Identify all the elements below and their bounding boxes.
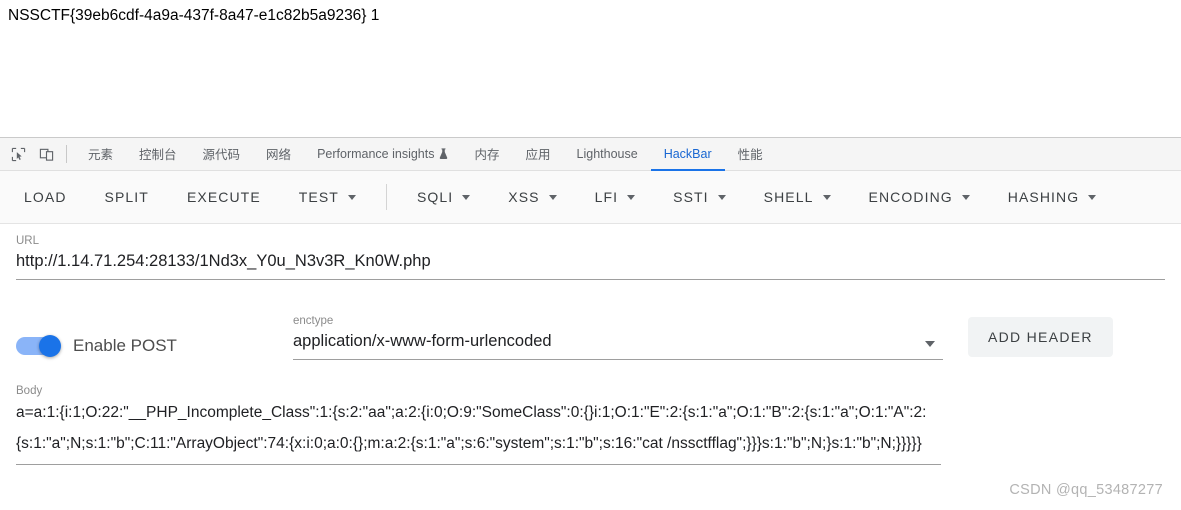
button-label: SHELL — [763, 189, 814, 205]
button-label: LOAD — [24, 189, 67, 205]
encoding-menu-button[interactable]: ENCODING — [859, 182, 980, 212]
toggle-knob — [39, 335, 61, 357]
tab-label: 性能 — [737, 148, 763, 162]
chevron-down-icon — [717, 194, 726, 200]
devtools-tabs: 元素 控制台 源代码 网络 Performance insights 内存 应用… — [75, 138, 776, 171]
chevron-down-icon — [548, 194, 557, 200]
tab-hackbar[interactable]: HackBar — [650, 138, 725, 171]
body-textarea[interactable]: a=a:1:{i:1;O:22:"__PHP_Incomplete_Class"… — [16, 398, 941, 459]
url-label: URL — [16, 235, 40, 247]
button-label: SQLI — [416, 189, 454, 205]
add-header-button[interactable]: ADD HEADER — [968, 317, 1113, 357]
csdn-watermark: CSDN @qq_53487277 — [1009, 482, 1163, 498]
sqli-menu-button[interactable]: SQLI — [407, 182, 480, 212]
tab-label: Performance insights — [317, 146, 435, 161]
button-label: ENCODING — [868, 189, 953, 205]
enable-post-toggle[interactable] — [16, 335, 61, 357]
hashing-menu-button[interactable]: HASHING — [998, 182, 1107, 212]
tab-elements[interactable]: 元素 — [75, 138, 126, 171]
chevron-down-icon — [961, 194, 970, 200]
ssti-menu-button[interactable]: SSTI — [663, 182, 736, 212]
shell-menu-button[interactable]: SHELL — [754, 182, 841, 212]
button-label: LFI — [594, 189, 619, 205]
chevron-down-icon — [822, 194, 831, 200]
tab-label: 应用 — [525, 148, 551, 162]
split-button[interactable]: SPLIT — [95, 182, 159, 212]
tab-application[interactable]: 应用 — [513, 138, 564, 171]
chevron-down-icon — [627, 194, 636, 200]
enctype-field[interactable]: enctype application/x-www-form-urlencode… — [293, 304, 943, 360]
button-label: HASHING — [1007, 189, 1080, 205]
chevron-down-icon — [347, 194, 356, 200]
url-field[interactable]: URL http://1.14.71.254:28133/1Nd3x_Y0u_N… — [16, 224, 1165, 280]
toolbar-divider — [385, 184, 387, 210]
tab-lighthouse[interactable]: Lighthouse — [564, 138, 651, 171]
load-button[interactable]: LOAD — [14, 182, 77, 212]
body-label: Body — [16, 385, 43, 397]
button-label: SSTI — [673, 189, 709, 205]
tab-performance-insights[interactable]: Performance insights — [304, 138, 461, 171]
devtools-panel: 元素 控制台 源代码 网络 Performance insights 内存 应用… — [0, 137, 1181, 510]
browser-viewport: NSSCTF{39eb6cdf-4a9a-437f-8a47-e1c82b5a9… — [0, 0, 1181, 137]
url-input[interactable]: http://1.14.71.254:28133/1Nd3x_Y0u_N3v3R… — [16, 248, 1165, 274]
inspect-element-icon[interactable] — [4, 138, 32, 170]
tabstrip-divider — [66, 145, 67, 163]
chevron-down-icon — [1088, 194, 1097, 200]
enctype-label: enctype — [293, 315, 334, 327]
execute-button[interactable]: EXECUTE — [177, 182, 271, 212]
tab-label: 元素 — [88, 148, 114, 162]
tab-label: HackBar — [663, 146, 712, 161]
button-label: SPLIT — [104, 189, 149, 205]
hackbar-toolbar: LOAD SPLIT EXECUTE TEST SQLI XSS LFI SST… — [0, 171, 1181, 224]
devtools-tabstrip: 元素 控制台 源代码 网络 Performance insights 内存 应用… — [0, 138, 1181, 171]
tab-console[interactable]: 控制台 — [126, 138, 190, 171]
tab-label: 控制台 — [139, 148, 177, 162]
tab-label: 网络 — [266, 148, 292, 162]
hackbar-form: URL http://1.14.71.254:28133/1Nd3x_Y0u_N… — [0, 224, 1181, 465]
button-label: XSS — [508, 189, 540, 205]
tab-memory[interactable]: 内存 — [461, 138, 512, 171]
tab-sources[interactable]: 源代码 — [190, 138, 254, 171]
tab-network[interactable]: 网络 — [253, 138, 304, 171]
post-row: Enable POST enctype application/x-www-fo… — [16, 304, 1165, 360]
enable-post-label: Enable POST — [73, 336, 177, 355]
test-menu-button[interactable]: TEST — [289, 182, 366, 212]
enctype-select-value[interactable]: application/x-www-form-urlencoded — [293, 328, 943, 354]
lfi-menu-button[interactable]: LFI — [585, 182, 646, 212]
button-label: TEST — [298, 189, 339, 205]
body-field[interactable]: Body a=a:1:{i:1;O:22:"__PHP_Incomplete_C… — [16, 374, 941, 465]
tab-performance[interactable]: 性能 — [725, 138, 776, 171]
tab-label: 源代码 — [202, 148, 241, 162]
tab-label: 内存 — [474, 148, 500, 162]
flask-icon — [439, 147, 448, 160]
tab-label: Lighthouse — [576, 146, 638, 161]
chevron-down-icon[interactable] — [925, 341, 935, 347]
button-label: EXECUTE — [186, 189, 261, 205]
flag-output-text: NSSCTF{39eb6cdf-4a9a-437f-8a47-e1c82b5a9… — [8, 7, 380, 24]
enable-post-control[interactable]: Enable POST — [16, 335, 293, 360]
device-toolbar-icon[interactable] — [32, 138, 60, 170]
xss-menu-button[interactable]: XSS — [498, 182, 566, 212]
chevron-down-icon — [462, 194, 471, 200]
